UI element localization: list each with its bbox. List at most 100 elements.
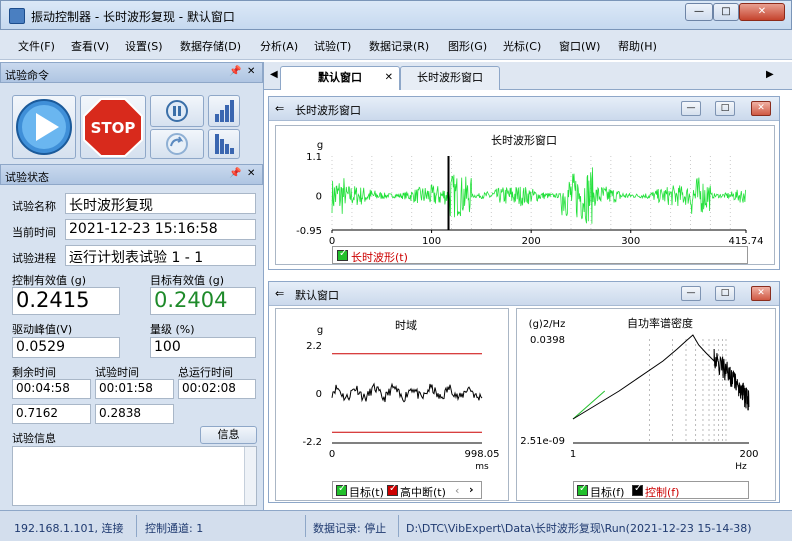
tab-close-icon[interactable]: ✕ bbox=[385, 67, 393, 89]
y-axis-label: g bbox=[317, 325, 323, 336]
app-icon bbox=[9, 8, 25, 24]
test-name-field: 长时波形复现 bbox=[65, 193, 256, 214]
minimize-button[interactable]: — bbox=[685, 3, 713, 21]
continue-button[interactable] bbox=[150, 129, 204, 159]
x-tick-label: 0 bbox=[329, 449, 335, 460]
legend-next-icon[interactable]: › bbox=[469, 483, 474, 496]
chart-title: 时域 bbox=[395, 319, 417, 332]
y-tick-label: 2.2 bbox=[306, 341, 322, 352]
legend-checkbox[interactable] bbox=[632, 483, 643, 496]
legend-checkbox[interactable] bbox=[387, 483, 398, 496]
close-button[interactable]: ✕ bbox=[739, 3, 785, 21]
time-domain-frame: 时域 g 2.2 0 -2.2 0 998.05 ms 目标(t) 高中断(t) ‹ › bbox=[275, 308, 509, 501]
level-up-icon bbox=[215, 100, 234, 122]
target-rms-value: 0.2404 bbox=[154, 288, 228, 312]
default-window-title: 默认窗口 bbox=[295, 289, 339, 302]
menu-graph[interactable]: 图形(G) bbox=[448, 38, 487, 54]
pause-button[interactable] bbox=[150, 95, 204, 127]
y-tick-label: -0.95 bbox=[296, 226, 322, 237]
status-path: D:\DTC\VibExpert\Data\长时波形复现\Run(2021-12… bbox=[406, 522, 752, 535]
title-bar: 振动控制器 - 长时波形复现 - 默认窗口 — □ ✕ bbox=[0, 0, 792, 30]
redo-icon bbox=[166, 133, 188, 155]
test-time-value: 00:01:58 bbox=[99, 381, 153, 395]
menu-data-record[interactable]: 数据记录(R) bbox=[369, 38, 429, 54]
stop-icon: STOP bbox=[83, 98, 143, 157]
menu-file[interactable]: 文件(F) bbox=[18, 38, 55, 54]
legend-label: 控制(f) bbox=[645, 486, 680, 499]
y-axis-label: (g)2/Hz bbox=[529, 319, 566, 330]
x-tick-label: 200 bbox=[739, 449, 758, 460]
menu-analysis[interactable]: 分析(A) bbox=[260, 38, 298, 54]
remaining-time-label: 剩余时间 bbox=[12, 366, 56, 379]
tab-scroll-right-icon[interactable]: ▶ bbox=[766, 69, 774, 80]
control-rms-field: 0.2415 bbox=[12, 287, 120, 315]
level-up-button[interactable] bbox=[208, 95, 240, 127]
stop-label: STOP bbox=[91, 119, 136, 137]
menu-view[interactable]: 查看(V) bbox=[71, 38, 109, 54]
scrollbar[interactable] bbox=[244, 447, 256, 505]
close-icon[interactable]: ✕ bbox=[751, 286, 771, 301]
status-record: 数据记录: 停止 bbox=[313, 522, 387, 535]
extra-field-1: 0.7162 bbox=[12, 404, 91, 424]
legend-label: 目标(t) bbox=[349, 486, 384, 499]
menu-settings[interactable]: 设置(S) bbox=[125, 38, 163, 54]
legend-prev-icon[interactable]: ‹ bbox=[455, 484, 459, 497]
tab-bar: ◀ 默认窗口 ✕ 长时波形窗口 ▶ bbox=[264, 62, 792, 90]
maximize-icon[interactable]: □ bbox=[715, 101, 735, 116]
test-command-header: 试验命令 📌 ✕ bbox=[0, 62, 263, 83]
menu-cursor[interactable]: 光标(C) bbox=[503, 38, 541, 54]
restore-button[interactable]: □ bbox=[713, 3, 739, 21]
legend-label: 目标(f) bbox=[590, 486, 625, 499]
x-axis-unit: ms bbox=[475, 462, 489, 472]
test-progress-value: 运行计划表试验 1 - 1 bbox=[69, 250, 204, 266]
menu-help[interactable]: 帮助(H) bbox=[618, 38, 657, 54]
extra-value-1: 0.7162 bbox=[16, 406, 58, 420]
menu-window[interactable]: 窗口(W) bbox=[559, 38, 600, 54]
test-time-label: 试验时间 bbox=[95, 366, 139, 379]
tab-long-waveform[interactable]: 长时波形窗口 bbox=[400, 66, 500, 90]
pin-icon[interactable]: 📌 bbox=[229, 168, 241, 179]
x-axis-unit: Hz bbox=[735, 462, 747, 472]
test-command-title: 试验命令 bbox=[5, 69, 49, 82]
status-path-container: D:\DTC\VibExpert\Data\长时波形复现\Run(2021-12… bbox=[404, 511, 764, 541]
total-run-time-field: 00:02:08 bbox=[178, 379, 256, 399]
legend-checkbox[interactable] bbox=[336, 483, 347, 496]
tab-scroll-left-icon[interactable]: ◀ bbox=[270, 69, 278, 80]
close-icon[interactable]: ✕ bbox=[247, 66, 255, 77]
remaining-time-value: 00:04:58 bbox=[16, 381, 70, 395]
target-series bbox=[572, 390, 606, 420]
drive-peak-label: 驱动峰值(V) bbox=[12, 323, 73, 336]
y-tick-label: 0.0398 bbox=[530, 335, 565, 346]
maximize-icon[interactable]: □ bbox=[715, 286, 735, 301]
menu-data-storage[interactable]: 数据存储(D) bbox=[180, 38, 241, 54]
time-domain-legend: 目标(t) 高中断(t) ‹ › bbox=[332, 481, 482, 499]
status-channel: 控制通道: 1 bbox=[145, 522, 204, 535]
legend-checkbox[interactable] bbox=[337, 248, 348, 261]
level-down-button[interactable] bbox=[208, 129, 240, 159]
status-connection: 192.168.1.101, 连接 bbox=[14, 522, 124, 535]
extra-value-2: 0.2838 bbox=[99, 406, 141, 420]
pin-icon[interactable]: 📌 bbox=[229, 66, 241, 77]
minimize-icon[interactable]: — bbox=[681, 101, 701, 116]
close-icon[interactable]: ✕ bbox=[247, 168, 255, 179]
target-rms-field: 0.2404 bbox=[150, 287, 256, 315]
legend-checkbox[interactable] bbox=[577, 483, 588, 496]
y-axis-label: g bbox=[317, 140, 323, 151]
menu-test[interactable]: 试验(T) bbox=[314, 38, 351, 54]
test-progress-label: 试验进程 bbox=[12, 252, 56, 265]
close-icon[interactable]: ✕ bbox=[751, 101, 771, 116]
default-window: ⇐ 默认窗口 — □ ✕ 时域 g 2.2 0 -2.2 0 998.05 ms 目标(t) … bbox=[268, 281, 780, 503]
window-icon: ⇐ bbox=[275, 102, 285, 115]
minimize-icon[interactable]: — bbox=[681, 286, 701, 301]
long-waveform-window-title: 长时波形窗口 bbox=[295, 104, 361, 117]
test-time-field: 00:01:58 bbox=[95, 379, 174, 399]
info-button[interactable]: 信息 bbox=[200, 426, 257, 444]
stop-button[interactable]: STOP bbox=[80, 95, 146, 159]
play-button[interactable] bbox=[12, 95, 76, 159]
test-info-textarea[interactable] bbox=[12, 446, 257, 506]
level-label: 量级 (%) bbox=[150, 323, 195, 336]
legend-label: 高中断(t) bbox=[400, 486, 446, 499]
test-name-label: 试验名称 bbox=[12, 200, 56, 213]
tab-default-window[interactable]: 默认窗口 ✕ bbox=[280, 66, 400, 90]
total-run-time-value: 00:02:08 bbox=[182, 381, 236, 395]
